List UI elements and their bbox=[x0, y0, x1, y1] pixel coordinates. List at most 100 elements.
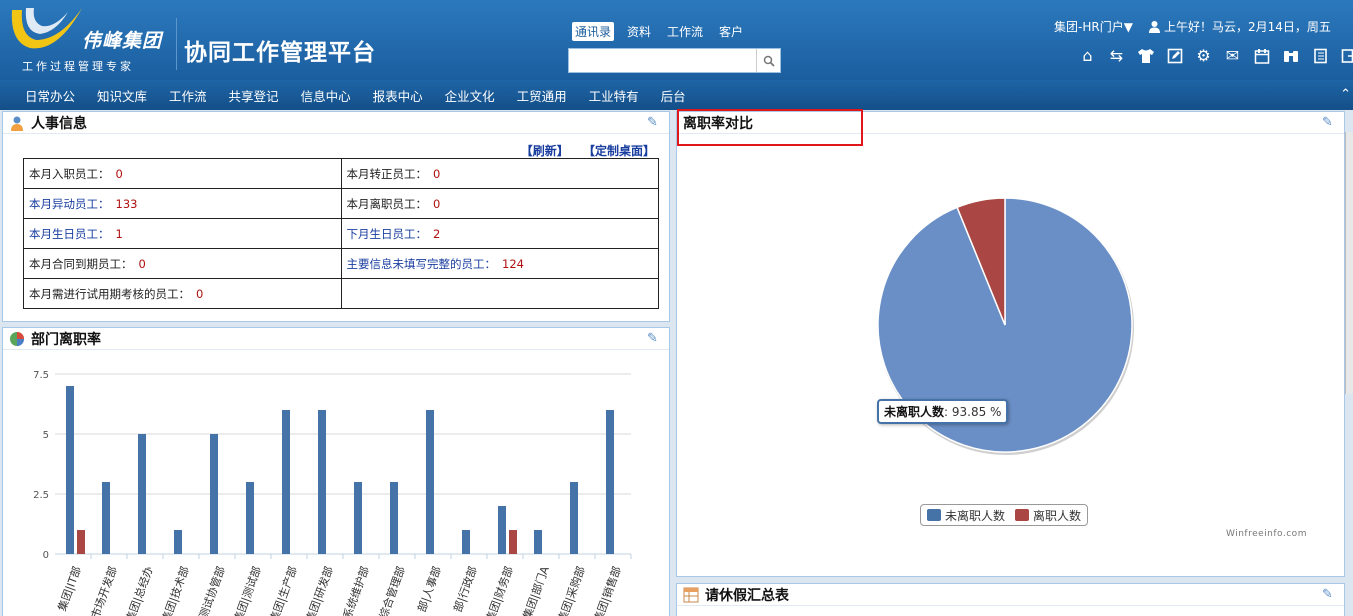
nav-daily-office[interactable]: 日常办公 bbox=[25, 86, 75, 105]
y-tick-label: 7.5 bbox=[33, 370, 49, 381]
hr-links: 【刷新】 【定制桌面】 bbox=[511, 142, 655, 159]
search-tab-contacts[interactable]: 通讯录 bbox=[572, 22, 615, 41]
shirt-icon[interactable] bbox=[1135, 45, 1156, 66]
book-icon[interactable] bbox=[1309, 45, 1330, 66]
legend-swatch bbox=[1015, 509, 1030, 521]
category-label: 测试协管部 bbox=[196, 564, 228, 616]
collapse-icon[interactable]: ⌃ bbox=[1340, 87, 1351, 102]
nav-trade-general[interactable]: 工贸通用 bbox=[517, 86, 567, 105]
bar bbox=[138, 434, 146, 554]
greeting-text: 上午好！马云，2月14日，周五 bbox=[1164, 20, 1331, 34]
switch-icon[interactable]: ⇆ bbox=[1106, 45, 1127, 66]
search-button[interactable] bbox=[756, 49, 780, 72]
refresh-link[interactable]: 【刷新】 bbox=[521, 144, 569, 158]
table-cell[interactable]: 主要信息未填写完整的员工： 124 bbox=[340, 248, 659, 279]
stat-label[interactable]: 主要信息未填写完整的员工： bbox=[347, 257, 497, 271]
table-cell: 本月转正员工： 0 bbox=[340, 158, 659, 189]
edit-icon[interactable] bbox=[1164, 45, 1185, 66]
stat-label[interactable]: 本月生日员工： bbox=[29, 227, 110, 241]
table-row: 本月合同到期员工： 0 主要信息未填写完整的员工： 124 bbox=[23, 248, 659, 279]
stat-value: 133 bbox=[115, 196, 138, 211]
nav-report-center[interactable]: 报表中心 bbox=[373, 86, 423, 105]
binoculars-icon[interactable] bbox=[1280, 45, 1301, 66]
leave-summary-panel: 请休假汇总表 ✎ bbox=[676, 583, 1345, 616]
nav-shared-registry[interactable]: 共享登记 bbox=[229, 86, 279, 105]
portal-switcher[interactable]: 集团-HR门户▼ bbox=[1054, 18, 1133, 35]
pie-tooltip: 未离职人数: 93.85 % bbox=[877, 399, 1009, 424]
category-label: 集团|财务部 bbox=[483, 564, 516, 616]
stat-label: 本月转正员工： bbox=[346, 166, 428, 181]
bar bbox=[534, 530, 542, 554]
nav-admin[interactable]: 后台 bbox=[661, 86, 686, 105]
table-cell: 本月入职员工： 0 bbox=[23, 158, 342, 189]
nav-info-center[interactable]: 信息中心 bbox=[301, 86, 351, 105]
legend-label: 离职人数 bbox=[1033, 508, 1082, 523]
nav-workflow[interactable]: 工作流 bbox=[169, 86, 207, 105]
stat-label[interactable]: 下月生日员工： bbox=[347, 227, 428, 241]
pencil-icon[interactable]: ✎ bbox=[647, 115, 661, 130]
exit-icon[interactable] bbox=[1338, 45, 1353, 66]
panel-title: 部门离职率 bbox=[31, 331, 101, 348]
user-icon bbox=[1149, 21, 1160, 33]
y-tick-label: 2.5 bbox=[33, 490, 49, 501]
bar bbox=[390, 482, 398, 554]
nav-industry-specific[interactable]: 工业特有 bbox=[589, 86, 639, 105]
y-tick-label: 5 bbox=[43, 430, 49, 441]
chart-credit: Winfreeinfo.com bbox=[1226, 529, 1307, 539]
stat-value: 0 bbox=[433, 166, 441, 181]
search-input[interactable] bbox=[569, 49, 757, 72]
gear-icon[interactable]: ⚙ bbox=[1193, 45, 1214, 66]
main-nav: 日常办公 知识文库 工作流 共享登记 信息中心 报表中心 企业文化 工贸通用 工… bbox=[0, 80, 1353, 110]
category-label: 集团|IT部 bbox=[55, 564, 84, 613]
customize-desktop-link[interactable]: 【定制桌面】 bbox=[583, 144, 655, 158]
table-row: 本月需进行试用期考核的员工： 0 bbox=[23, 278, 659, 309]
search-tab-customers[interactable]: 客户 bbox=[716, 22, 746, 41]
table-cell[interactable]: 本月异动员工： 133 bbox=[23, 188, 342, 219]
home-icon[interactable]: ⌂ bbox=[1077, 45, 1098, 66]
hr-person-icon bbox=[11, 116, 23, 131]
logo-swoosh-icon bbox=[11, 8, 82, 49]
category-label: 集团|测试部 bbox=[231, 564, 264, 616]
mail-icon[interactable]: ✉ bbox=[1222, 45, 1243, 66]
bar bbox=[66, 386, 74, 554]
table-cell[interactable]: 下月生日员工： 2 bbox=[340, 218, 659, 249]
table-row: 本月入职员工： 0 本月转正员工： 0 bbox=[23, 158, 659, 189]
stat-value: 0 bbox=[115, 166, 123, 181]
pencil-icon[interactable]: ✎ bbox=[1322, 115, 1336, 130]
stat-label: 本月入职员工： bbox=[29, 166, 110, 181]
header-toolbar: ⌂ ⇆ ⚙ ✉ bbox=[1077, 45, 1353, 66]
table-icon bbox=[683, 587, 699, 602]
stat-label[interactable]: 本月异动员工： bbox=[29, 197, 110, 211]
legend-item-left[interactable]: 离职人数 bbox=[1015, 507, 1081, 524]
pencil-icon[interactable]: ✎ bbox=[1322, 587, 1336, 602]
category-label: 集团|总经办 bbox=[123, 564, 156, 616]
category-label: 集团|技术部 bbox=[159, 564, 192, 616]
search-tab-workflow[interactable]: 工作流 bbox=[664, 22, 706, 41]
y-tick-label: 0 bbox=[43, 550, 49, 561]
table-cell[interactable]: 本月生日员工： 1 bbox=[23, 218, 342, 249]
tooltip-value: : 93.85 % bbox=[944, 405, 1002, 419]
bar bbox=[77, 530, 85, 554]
category-label: 系统维护部 bbox=[340, 564, 372, 616]
calendar-icon[interactable] bbox=[1251, 45, 1272, 66]
category-label: 集团|研发部 bbox=[303, 564, 336, 616]
stat-value: 1 bbox=[115, 226, 123, 241]
logo-subtitle: 工作过程管理专家 bbox=[22, 60, 134, 73]
bar bbox=[462, 530, 470, 554]
company-logo[interactable]: 伟峰集团 工作过程管理专家 bbox=[6, 2, 168, 74]
bar bbox=[282, 410, 290, 554]
stat-label: 本月需进行试用期考核的员工： bbox=[29, 286, 190, 301]
bar bbox=[102, 482, 110, 554]
nav-knowledge-library[interactable]: 知识文库 bbox=[97, 86, 147, 105]
bar bbox=[318, 410, 326, 554]
pencil-icon[interactable]: ✎ bbox=[647, 331, 661, 346]
tooltip-label: 未离职人数 bbox=[884, 405, 945, 419]
category-label: 部|人事部 bbox=[414, 564, 443, 614]
nav-corporate-culture[interactable]: 企业文化 bbox=[445, 86, 495, 105]
scrollbar[interactable] bbox=[1345, 132, 1353, 394]
table-cell: 本月离职员工： 0 bbox=[340, 188, 659, 219]
search-tab-documents[interactable]: 资料 bbox=[624, 22, 654, 41]
panel-header: 请休假汇总表 bbox=[677, 584, 1344, 606]
bar bbox=[606, 410, 614, 554]
legend-item-retained[interactable]: 未离职人数 bbox=[927, 507, 1005, 524]
